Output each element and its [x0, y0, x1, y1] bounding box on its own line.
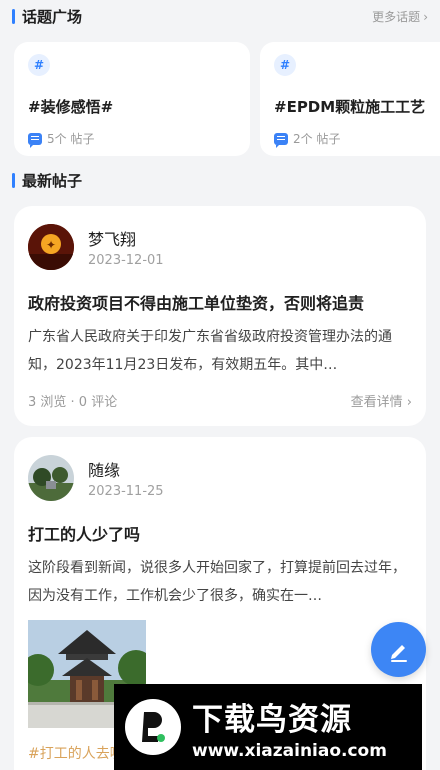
topic-card[interactable]: # #EPDM颗粒施工工艺 2个 帖子	[260, 42, 440, 156]
topic-card[interactable]: # #装修感悟# 5个 帖子	[14, 42, 250, 156]
watermark-text: 下载鸟资源 www.xiazainiao.com	[192, 694, 387, 761]
post-author[interactable]: 随缘	[88, 457, 120, 481]
topic-post-count-label: 5个 帖子	[47, 132, 95, 146]
post-body: 广东省人民政府关于印发广东省省级政府投资管理办法的通知，2023年11月23日发…	[28, 329, 392, 373]
topic-post-count: 2个 帖子	[274, 130, 341, 148]
watermark-logo	[125, 699, 181, 755]
topic-name: #EPDM颗粒施工工艺	[274, 98, 426, 116]
avatar-image	[28, 455, 74, 501]
post-stats: 3 浏览 · 0 评论	[28, 395, 118, 410]
post-date: 2023-12-01	[88, 253, 164, 268]
chat-bubble-icon	[274, 132, 288, 148]
chevron-right-icon: ›	[423, 9, 428, 24]
section-accent-bar	[12, 9, 15, 24]
chevron-right-icon: ›	[406, 395, 412, 410]
topic-name: #装修感悟#	[28, 98, 114, 116]
post-title[interactable]: 打工的人少了吗	[28, 521, 140, 545]
edit-pencil-icon	[390, 644, 407, 662]
topics-section-title: 话题广场	[12, 6, 82, 27]
avatar[interactable]	[28, 455, 74, 501]
more-topics-label[interactable]: 更多话题	[372, 8, 420, 25]
latest-section-title: 最新帖子	[12, 170, 82, 191]
post-date: 2023-11-25	[88, 484, 164, 499]
section-accent-bar	[12, 173, 15, 188]
svg-text:✦: ✦	[46, 238, 56, 252]
chat-bubble-icon	[28, 132, 42, 148]
topics-title-text: 话题广场	[22, 8, 83, 26]
latest-title-text: 最新帖子	[22, 172, 83, 190]
view-detail-link[interactable]: 查看详情 ›	[351, 391, 412, 410]
post-title[interactable]: 政府投资项目不得由施工单位垫资，否则将追责	[28, 290, 364, 314]
topic-post-count: 5个 帖子	[28, 130, 95, 148]
watermark-url: www.xiazainiao.com	[192, 740, 387, 761]
topic-post-count-label: 2个 帖子	[293, 132, 341, 146]
view-detail-label[interactable]: 查看详情	[351, 395, 403, 410]
watermark-title: 下载鸟资源	[192, 701, 352, 738]
post-author[interactable]: 梦飞翔	[88, 226, 136, 250]
post-body: 这阶段看到新闻，说很多人开始回家了，打算提前回去过年，因为没有工作，工作机会少了…	[28, 560, 406, 604]
create-post-button[interactable]	[371, 622, 426, 677]
hash-icon: #	[28, 54, 50, 76]
latest-section-header: 最新帖子	[12, 170, 428, 191]
avatar[interactable]: ✦	[28, 224, 74, 270]
watermark-banner: 下载鸟资源 www.xiazainiao.com	[114, 684, 422, 770]
topics-section-header: 话题广场 更多话题 ›	[12, 6, 428, 27]
more-topics-link[interactable]: 更多话题 ›	[372, 8, 428, 25]
hash-icon: #	[274, 54, 296, 76]
avatar-image: ✦	[28, 224, 74, 270]
post-card[interactable]: ✦ 梦飞翔 2023-12-01 政府投资项目不得由施工单位垫资，否则将追责 广…	[14, 206, 426, 426]
